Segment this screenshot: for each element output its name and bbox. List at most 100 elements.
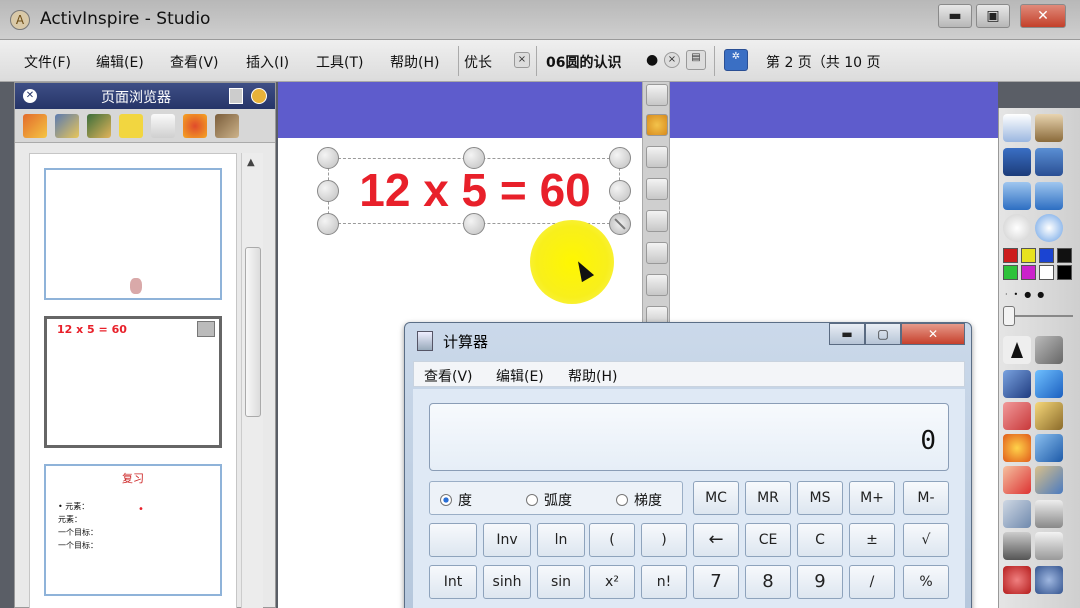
menu-help[interactable]: 帮助(H) bbox=[390, 52, 439, 72]
toolbar-icon[interactable] bbox=[646, 178, 668, 200]
dice-tool-icon[interactable] bbox=[1003, 566, 1031, 594]
key-ms[interactable]: MS bbox=[797, 481, 843, 515]
key-ce[interactable]: CE bbox=[745, 523, 791, 557]
star-icon[interactable] bbox=[646, 274, 668, 296]
key-mr[interactable]: MR bbox=[745, 481, 791, 515]
connector-tool-icon[interactable] bbox=[1035, 434, 1063, 462]
play-icon[interactable] bbox=[1003, 214, 1031, 242]
fill-tool-icon[interactable] bbox=[1003, 434, 1031, 462]
menu-insert[interactable]: 插入(I) bbox=[246, 52, 289, 72]
profile-icon[interactable] bbox=[1035, 114, 1063, 142]
menu-file[interactable]: 文件(F) bbox=[24, 52, 71, 72]
key-m-plus[interactable]: M+ bbox=[849, 481, 895, 515]
key-sin[interactable]: sin bbox=[537, 565, 585, 599]
key-int[interactable]: Int bbox=[429, 565, 477, 599]
flipchart-icon[interactable]: ✲ bbox=[724, 49, 748, 71]
key-percent[interactable]: % bbox=[903, 565, 949, 599]
key-mc[interactable]: MC bbox=[693, 481, 739, 515]
calc-close-button[interactable]: ✕ bbox=[901, 323, 965, 345]
color-swatch[interactable] bbox=[1003, 248, 1018, 263]
color-swatch[interactable] bbox=[1003, 265, 1018, 280]
key-7[interactable]: 7 bbox=[693, 565, 739, 599]
property-browser-icon[interactable] bbox=[151, 114, 175, 138]
key-backspace[interactable]: ← bbox=[693, 523, 739, 557]
resize-handle[interactable] bbox=[609, 180, 631, 202]
radio-degrees[interactable]: 度 bbox=[440, 490, 472, 510]
tools-icon[interactable] bbox=[1035, 336, 1063, 364]
close-button[interactable]: ✕ bbox=[1020, 4, 1066, 28]
color-swatch[interactable] bbox=[1021, 248, 1036, 263]
close-profile-icon[interactable]: × bbox=[514, 52, 530, 68]
page-thumbnail-3[interactable]: 复习 • 元素： 元素： 一个目标： 一个目标： • bbox=[44, 464, 222, 596]
document-tab[interactable]: 06圆的认识 bbox=[546, 52, 621, 72]
resize-handle[interactable] bbox=[463, 213, 485, 235]
next-page-icon[interactable] bbox=[1035, 182, 1063, 210]
undo-tool-icon[interactable] bbox=[1035, 566, 1063, 594]
page-browser-tool-icon[interactable] bbox=[23, 114, 47, 138]
calc-menu-view[interactable]: 查看(V) bbox=[424, 366, 473, 386]
color-swatch[interactable] bbox=[1039, 248, 1054, 263]
page-thumbnail-1[interactable] bbox=[44, 168, 222, 300]
pen-mode-icon[interactable] bbox=[1035, 214, 1063, 242]
highlighter-tool-icon[interactable] bbox=[1035, 370, 1063, 398]
panel-pin-icon[interactable] bbox=[251, 88, 267, 104]
minimize-button[interactable]: ▬ bbox=[938, 4, 972, 28]
search-icon[interactable] bbox=[1035, 148, 1063, 176]
key-plus-minus[interactable]: ± bbox=[849, 523, 895, 557]
color-swatch[interactable] bbox=[1039, 265, 1054, 280]
eraser-tool-icon[interactable] bbox=[1003, 402, 1031, 430]
resize-handle[interactable] bbox=[317, 147, 339, 169]
width-slider-thumb[interactable] bbox=[1003, 306, 1015, 326]
radio-radians[interactable]: 弧度 bbox=[526, 490, 572, 510]
profile-label[interactable]: 优长 bbox=[464, 52, 492, 72]
close-document-icon[interactable]: × bbox=[664, 52, 680, 68]
pen-width-dots[interactable]: ·•●● bbox=[1005, 290, 1073, 300]
calc-menu-help[interactable]: 帮助(H) bbox=[568, 366, 617, 386]
magic-ink-icon[interactable] bbox=[1035, 466, 1063, 494]
equation-text[interactable]: 12 x 5 = 60 bbox=[329, 163, 621, 217]
text-tool-icon[interactable] bbox=[1003, 466, 1031, 494]
key-close-paren[interactable]: ) bbox=[641, 523, 687, 557]
resource-browser-icon[interactable] bbox=[55, 114, 79, 138]
key-ln[interactable]: ln bbox=[537, 523, 585, 557]
shape-tool-icon[interactable] bbox=[1035, 402, 1063, 430]
toolbar-icon[interactable] bbox=[646, 210, 668, 232]
resize-handle[interactable] bbox=[317, 213, 339, 235]
scroll-up-icon[interactable]: ▲ bbox=[247, 157, 255, 168]
toolbar-icon[interactable] bbox=[646, 114, 668, 136]
calc-menu-edit[interactable]: 编辑(E) bbox=[496, 366, 544, 386]
key-x-squared[interactable]: x² bbox=[589, 565, 635, 599]
radio-grads[interactable]: 梯度 bbox=[616, 490, 662, 510]
close-panel-icon[interactable]: ✕ bbox=[23, 89, 37, 103]
toolbar-icon[interactable] bbox=[646, 84, 668, 106]
color-swatch[interactable] bbox=[1021, 265, 1036, 280]
maximize-button[interactable]: ▣ bbox=[976, 4, 1010, 28]
key-c[interactable]: C bbox=[797, 523, 843, 557]
resize-handle[interactable] bbox=[317, 180, 339, 202]
calc-minimize-button[interactable]: ▬ bbox=[829, 323, 865, 345]
select-tool-icon[interactable] bbox=[1003, 336, 1031, 364]
revealer-tool-icon[interactable] bbox=[1035, 500, 1063, 528]
notes-browser-icon[interactable] bbox=[119, 114, 143, 138]
key-blank[interactable] bbox=[429, 523, 477, 557]
clear-tool-icon[interactable] bbox=[1003, 500, 1031, 528]
key-factorial[interactable]: n! bbox=[641, 565, 687, 599]
key-open-paren[interactable]: ( bbox=[589, 523, 635, 557]
object-browser-icon[interactable] bbox=[87, 114, 111, 138]
previous-page-icon[interactable] bbox=[1003, 182, 1031, 210]
color-swatch[interactable] bbox=[1057, 248, 1072, 263]
toolbar-icon[interactable] bbox=[646, 146, 668, 168]
resize-handle[interactable] bbox=[609, 147, 631, 169]
page-options-icon[interactable] bbox=[197, 321, 215, 337]
page-browser-scrollbar[interactable]: ▲ bbox=[241, 153, 263, 608]
menu-edit[interactable]: 编辑(E) bbox=[96, 52, 144, 72]
flipchart-browser-icon[interactable] bbox=[1003, 148, 1031, 176]
key-inv[interactable]: Inv bbox=[483, 523, 531, 557]
page-thumbnail-2[interactable]: 12 x 5 = 60 bbox=[44, 316, 222, 448]
key-m-minus[interactable]: M- bbox=[903, 481, 949, 515]
scrollbar-thumb[interactable] bbox=[245, 247, 261, 417]
key-divide[interactable]: / bbox=[849, 565, 895, 599]
key-sinh[interactable]: sinh bbox=[483, 565, 531, 599]
menu-tools[interactable]: 工具(T) bbox=[316, 52, 363, 72]
voting-browser-icon[interactable] bbox=[215, 114, 239, 138]
